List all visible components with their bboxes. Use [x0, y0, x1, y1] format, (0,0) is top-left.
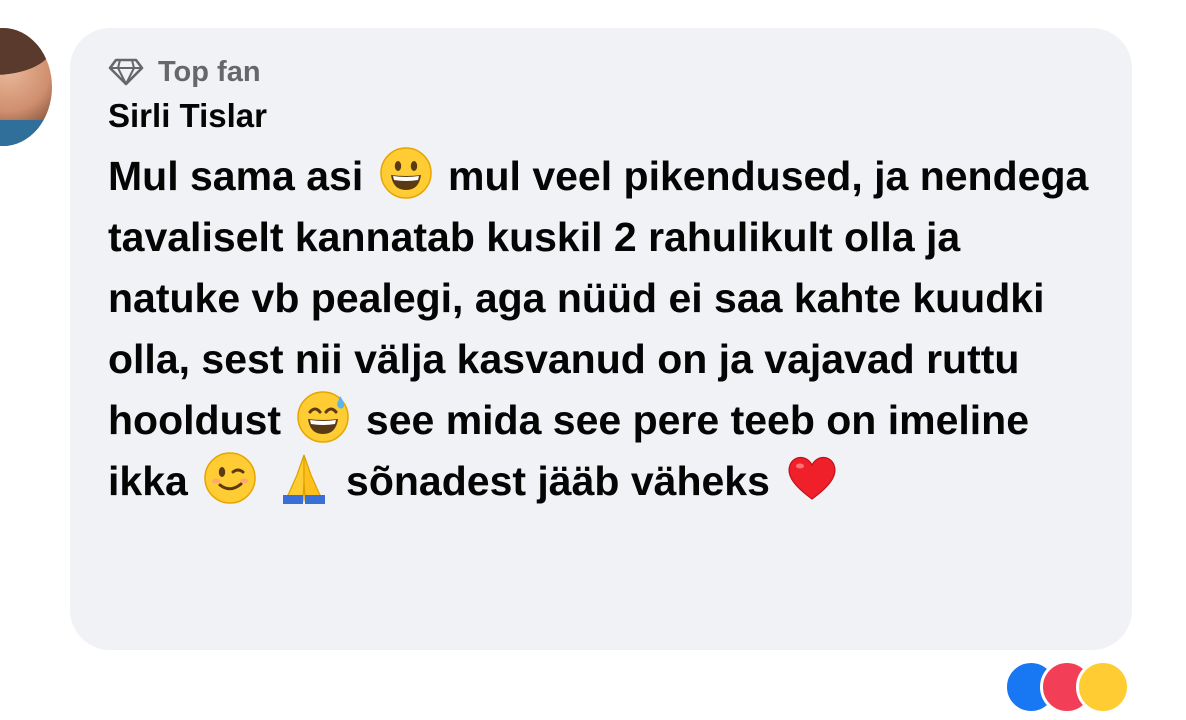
diamond-icon: [108, 58, 144, 86]
folded-hands-icon: [282, 454, 325, 504]
winking-face-icon: [204, 452, 256, 504]
avatar-hair: [0, 28, 52, 76]
red-heart-icon: [788, 456, 836, 500]
comment-text-part-1: Mul sama asi: [108, 153, 364, 199]
reaction-summary[interactable]: [1004, 660, 1154, 720]
grinning-face-with-sweat-icon: [297, 391, 350, 443]
comment-text-part-4: sõnadest jääb väheks: [346, 458, 770, 504]
author-name[interactable]: Sirli Tislar: [108, 96, 1094, 136]
wow-reaction-icon: [1076, 660, 1130, 714]
badge-label: Top fan: [158, 55, 261, 88]
top-fan-badge[interactable]: Top fan: [108, 54, 1094, 90]
grinning-face-icon: [379, 147, 432, 199]
avatar[interactable]: [0, 28, 52, 146]
comment-bubble: Top fan Sirli Tislar Mul sama asi mul ve…: [70, 28, 1132, 650]
avatar-shirt: [0, 120, 52, 146]
comment-text: Mul sama asi mul veel pikendused, ja nen…: [108, 146, 1098, 512]
